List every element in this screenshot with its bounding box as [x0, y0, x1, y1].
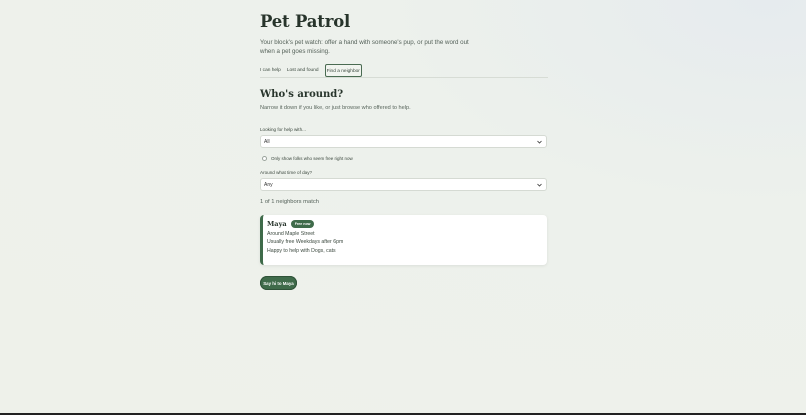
section-title: Who's around? [260, 89, 344, 100]
help-type-select[interactable]: All [260, 135, 547, 148]
neighbor-card-header: Maya Free now [267, 220, 547, 228]
tab-lost-and-found[interactable]: Lost and found [287, 64, 319, 77]
status-badge: Free now [290, 220, 315, 228]
section-subtitle: Narrow it down if you like, or just brow… [260, 105, 411, 111]
tab-bar: I can help Lost and found Find a neighbo… [260, 64, 548, 78]
say-hi-button[interactable]: Say hi to Maya [260, 276, 297, 290]
help-type-label: Looking for help with... [260, 127, 306, 132]
match-count: 1 of 1 neighbors match [260, 199, 319, 205]
neighbor-helps-with: Happy to help with Dogs, cats [267, 247, 336, 254]
time-of-day-select[interactable]: Any [260, 178, 547, 191]
chevron-down-icon [536, 139, 542, 145]
time-of-day-value: Any [264, 181, 273, 188]
free-now-label: Only show folks who seem free right now [271, 156, 353, 161]
tab-i-can-help[interactable]: I can help [260, 64, 281, 77]
neighbor-area: Around Maple Street [267, 231, 315, 237]
main-container: Pet Patrol Your block's pet watch: offer… [260, 12, 548, 290]
neighbor-details: Around Maple Street Usually free Weekday… [267, 230, 547, 255]
help-type-value: All [264, 138, 270, 145]
tab-find-a-neighbor[interactable]: Find a neighbor [324, 64, 362, 77]
neighbor-card: Maya Free now Around Maple Street Usuall… [260, 215, 547, 265]
app-tagline: Your block's pet watch: offer a hand wit… [260, 39, 469, 55]
neighbor-name: Maya [267, 220, 287, 228]
free-now-checkbox[interactable] [262, 156, 267, 161]
chevron-down-icon [536, 182, 542, 188]
time-of-day-label: Around what time of day? [260, 170, 313, 175]
app-title: Pet Patrol [260, 12, 351, 31]
neighbor-availability: Usually free Weekdays after 6pm [267, 239, 344, 246]
free-now-toggle-row[interactable]: Only show folks who seem free right now [260, 156, 548, 161]
